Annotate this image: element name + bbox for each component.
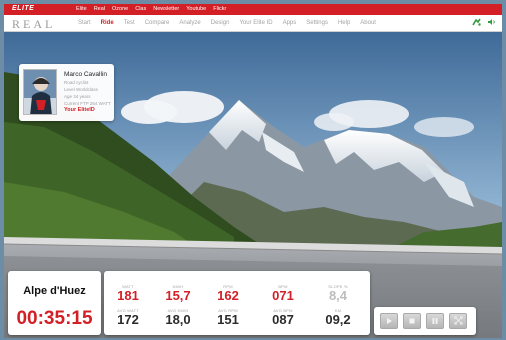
brand-logo: ELITE: [12, 5, 35, 12]
stat-avg-kmh: AVG KM/H 18,0: [154, 308, 202, 327]
stat-value: 151: [217, 312, 239, 327]
profile-info-level: Level Worldclass: [64, 87, 98, 92]
nav-start[interactable]: Start: [78, 20, 91, 26]
stat-watt: WATT 181: [104, 284, 152, 303]
stat-value: 8,4: [328, 288, 348, 303]
pause-button[interactable]: [426, 313, 444, 329]
nav-test[interactable]: Test: [124, 20, 135, 26]
bicycle-icon[interactable]: [472, 18, 481, 28]
stat-value: 162: [217, 288, 239, 303]
nav-compare[interactable]: Compare: [145, 20, 170, 26]
stat-km: KM 09,2: [314, 308, 362, 327]
nav-design[interactable]: Design: [211, 20, 230, 26]
nav-settings[interactable]: Settings: [306, 20, 328, 26]
route-panel: Alpe d'Huez 00:35:15: [8, 271, 101, 335]
profile-info-ftp: Current FTP 264 WATT: [64, 101, 111, 106]
nav-help[interactable]: Help: [338, 20, 350, 26]
stat-avg-watt: AVG WATT 172: [104, 308, 152, 327]
stats-panel: WATT 181 KM/H 15,7 RPM 162 BPM 071 SLOPE…: [104, 271, 370, 335]
top-link-real[interactable]: Real: [94, 6, 105, 12]
top-link-newsletter[interactable]: Newsletter: [153, 6, 179, 12]
stat-value: 087: [272, 312, 294, 327]
stat-slope: SLOPE % 8,4: [314, 284, 362, 303]
main-nav: REAL Start Ride Test Compare Analyze Des…: [4, 15, 502, 32]
stat-value: 071: [272, 288, 294, 303]
pause-icon: [431, 312, 439, 330]
profile-name: Marco Cavallin: [64, 71, 107, 78]
volume-icon[interactable]: [487, 18, 496, 28]
profile-card: Marco Cavallin Road cyclist Level Worldc…: [19, 64, 114, 121]
nav-ride[interactable]: Ride: [101, 20, 114, 26]
top-link-youtube[interactable]: Youtube: [186, 6, 206, 12]
stat-value: 181: [117, 288, 139, 303]
nav-analyze[interactable]: Analyze: [179, 20, 200, 26]
stat-value: 172: [117, 312, 139, 327]
stat-avg-rpm: AVG RPM 151: [204, 308, 252, 327]
fullscreen-button[interactable]: [449, 313, 467, 329]
fullscreen-icon: [454, 312, 463, 330]
nav-about[interactable]: About: [360, 20, 376, 26]
nav-menu: Start Ride Test Compare Analyze Design Y…: [78, 20, 376, 26]
stat-rpm: RPM 162: [204, 284, 252, 303]
play-icon: [385, 312, 393, 330]
top-link-clas[interactable]: Clas: [135, 6, 146, 12]
stat-avg-bpm: AVG BPM 087: [259, 308, 307, 327]
app-window: ELITE Elite Real Ozone Clas Newsletter Y…: [0, 0, 506, 340]
profile-info-age: Age 34 years: [64, 94, 91, 99]
your-eliteid-link[interactable]: Your EliteID: [64, 107, 95, 113]
real-logo: REAL: [12, 17, 56, 31]
route-name: Alpe d'Huez: [23, 285, 86, 297]
stat-kmh: KM/H 15,7: [154, 284, 202, 303]
stop-icon: [408, 312, 416, 330]
top-link-ozone[interactable]: Ozone: [112, 6, 128, 12]
nav-icons: [472, 18, 496, 28]
top-links: Elite Real Ozone Clas Newsletter Youtube…: [76, 6, 226, 12]
top-link-elite[interactable]: Elite: [76, 6, 87, 12]
play-button[interactable]: [380, 313, 398, 329]
stat-value: 15,7: [165, 288, 191, 303]
stat-value: 09,2: [325, 312, 351, 327]
top-bar: ELITE Elite Real Ozone Clas Newsletter Y…: [4, 4, 502, 15]
top-link-flickr[interactable]: Flickr: [213, 6, 226, 12]
elapsed-time: 00:35:15: [16, 308, 93, 329]
stat-bpm: BPM 071: [259, 284, 307, 303]
nav-apps[interactable]: Apps: [283, 20, 297, 26]
playback-controls: [374, 307, 476, 335]
avatar[interactable]: [23, 69, 57, 115]
profile-info-type: Road cyclist: [64, 80, 89, 85]
stat-value: 18,0: [165, 312, 191, 327]
nav-your-elite-id[interactable]: Your Elite ID: [239, 20, 272, 26]
stop-button[interactable]: [403, 313, 421, 329]
